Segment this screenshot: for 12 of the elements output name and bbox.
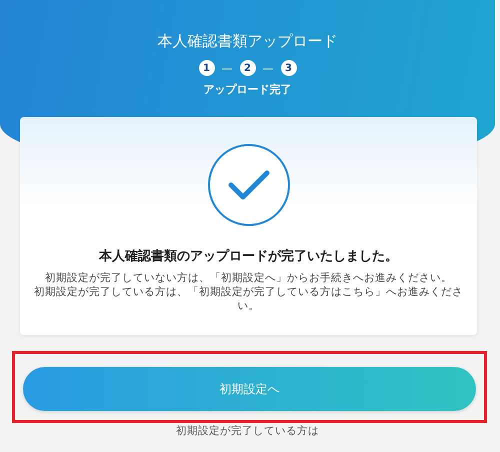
step-number: 1 — [198, 60, 214, 76]
instruction-text: 初期設定が完了していない方は、「初期設定へ」からお手続きへお進みください。 — [44, 271, 453, 285]
step-label: アップロード完了 — [204, 82, 292, 97]
setup-done-link[interactable]: 初期設定が完了している方は — [0, 424, 495, 438]
step-number: 2 — [240, 60, 256, 76]
step-number: 3 — [280, 60, 296, 76]
check-circle-icon — [206, 143, 290, 227]
page-title: 本人確認書類アップロード — [158, 31, 338, 52]
step-separator: — — [222, 62, 232, 74]
step-separator: — — [262, 62, 274, 74]
instruction-text: 初期設定が完了している方は、「初期設定が完了している方はこちら」へお進みください。 — [33, 285, 464, 313]
completion-heading: 本人確認書類のアップロードが完了いたしました。 — [99, 248, 398, 265]
